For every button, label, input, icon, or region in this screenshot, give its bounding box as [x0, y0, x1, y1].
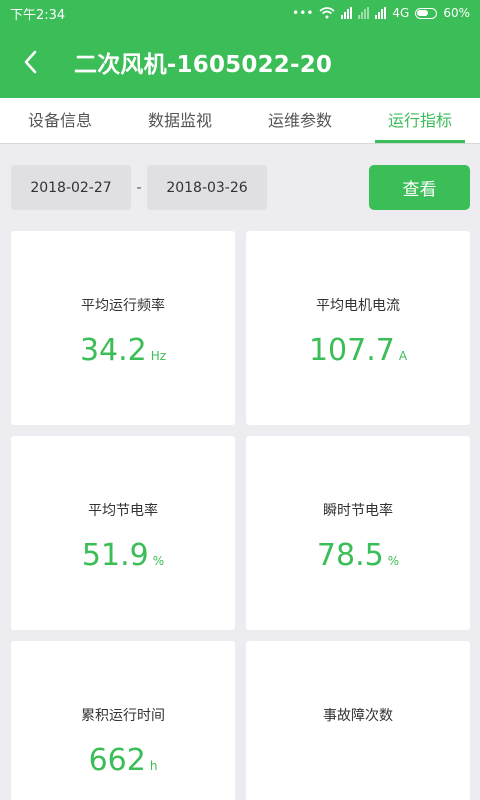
tab-device-info[interactable]: 设备信息: [0, 98, 120, 143]
metric-card-total-runtime: 累积运行时间 662 h: [11, 641, 235, 800]
chevron-left-icon: [24, 50, 37, 74]
metric-value: 34.2 Hz: [80, 333, 166, 368]
status-bar: 下午2:34 ••• 4G 60%: [0, 0, 480, 26]
metric-number: 51.9: [81, 538, 149, 573]
metric-number: 78.5: [316, 538, 384, 573]
metric-number: 107.7: [308, 333, 395, 368]
metric-card-fault-count: 事故障次数: [246, 641, 470, 800]
metric-label: 平均节电率: [88, 503, 158, 519]
status-time: 下午2:34: [10, 7, 66, 23]
metric-card-avg-saving-rate: 平均节电率 51.9 %: [11, 436, 235, 630]
signal-icon-2: [358, 7, 370, 19]
date-separator: -: [136, 179, 142, 196]
tab-maintenance-params[interactable]: 运维参数: [240, 98, 360, 143]
metric-value: 662 h: [89, 743, 158, 778]
metric-unit: %: [152, 554, 165, 568]
metrics-grid: 平均运行频率 34.2 Hz 平均电机电流 107.7 A 平均节电率 51.9…: [11, 231, 470, 800]
metric-label: 平均运行频率: [81, 298, 165, 314]
signal-icon: [341, 7, 353, 19]
date-filter: 2018-02-27 - 2018-03-26 查看: [11, 165, 470, 210]
metric-number: 34.2: [79, 333, 147, 368]
dots-icon: •••: [292, 6, 314, 20]
app-bar: 二次风机-1605022-20: [0, 26, 480, 98]
metric-number: 662: [88, 743, 146, 778]
metric-label: 平均电机电流: [316, 298, 400, 314]
metric-label: 瞬时节电率: [323, 503, 393, 519]
metric-unit: Hz: [150, 349, 167, 363]
tab-bar: 设备信息 数据监视 运维参数 运行指标: [0, 98, 480, 144]
metric-unit: %: [387, 554, 400, 568]
metric-value: 51.9 %: [82, 538, 164, 573]
wifi-icon: [319, 7, 335, 19]
tab-data-monitor[interactable]: 数据监视: [120, 98, 240, 143]
metric-value: 107.7 A: [309, 333, 407, 368]
network-type: 4G: [392, 6, 410, 20]
status-icons: ••• 4G 60%: [292, 6, 470, 20]
start-date-picker[interactable]: 2018-02-27: [11, 165, 131, 210]
end-date-picker[interactable]: 2018-03-26: [147, 165, 267, 210]
page-title: 二次风机-1605022-20: [74, 52, 333, 78]
metric-card-instant-saving-rate: 瞬时节电率 78.5 %: [246, 436, 470, 630]
signal-icon-3: [375, 7, 387, 19]
metric-value: 78.5 %: [317, 538, 399, 573]
metric-unit: h: [149, 759, 158, 773]
metric-card-avg-frequency: 平均运行频率 34.2 Hz: [11, 231, 235, 425]
back-button[interactable]: [0, 26, 62, 98]
view-button[interactable]: 查看: [369, 165, 470, 210]
metric-label: 事故障次数: [323, 708, 393, 724]
metric-card-avg-current: 平均电机电流 107.7 A: [246, 231, 470, 425]
battery-level: 60%: [443, 6, 470, 20]
tab-run-indicators[interactable]: 运行指标: [360, 98, 480, 143]
metric-unit: A: [398, 349, 408, 363]
battery-icon: [415, 7, 438, 19]
metric-label: 累积运行时间: [81, 708, 165, 724]
